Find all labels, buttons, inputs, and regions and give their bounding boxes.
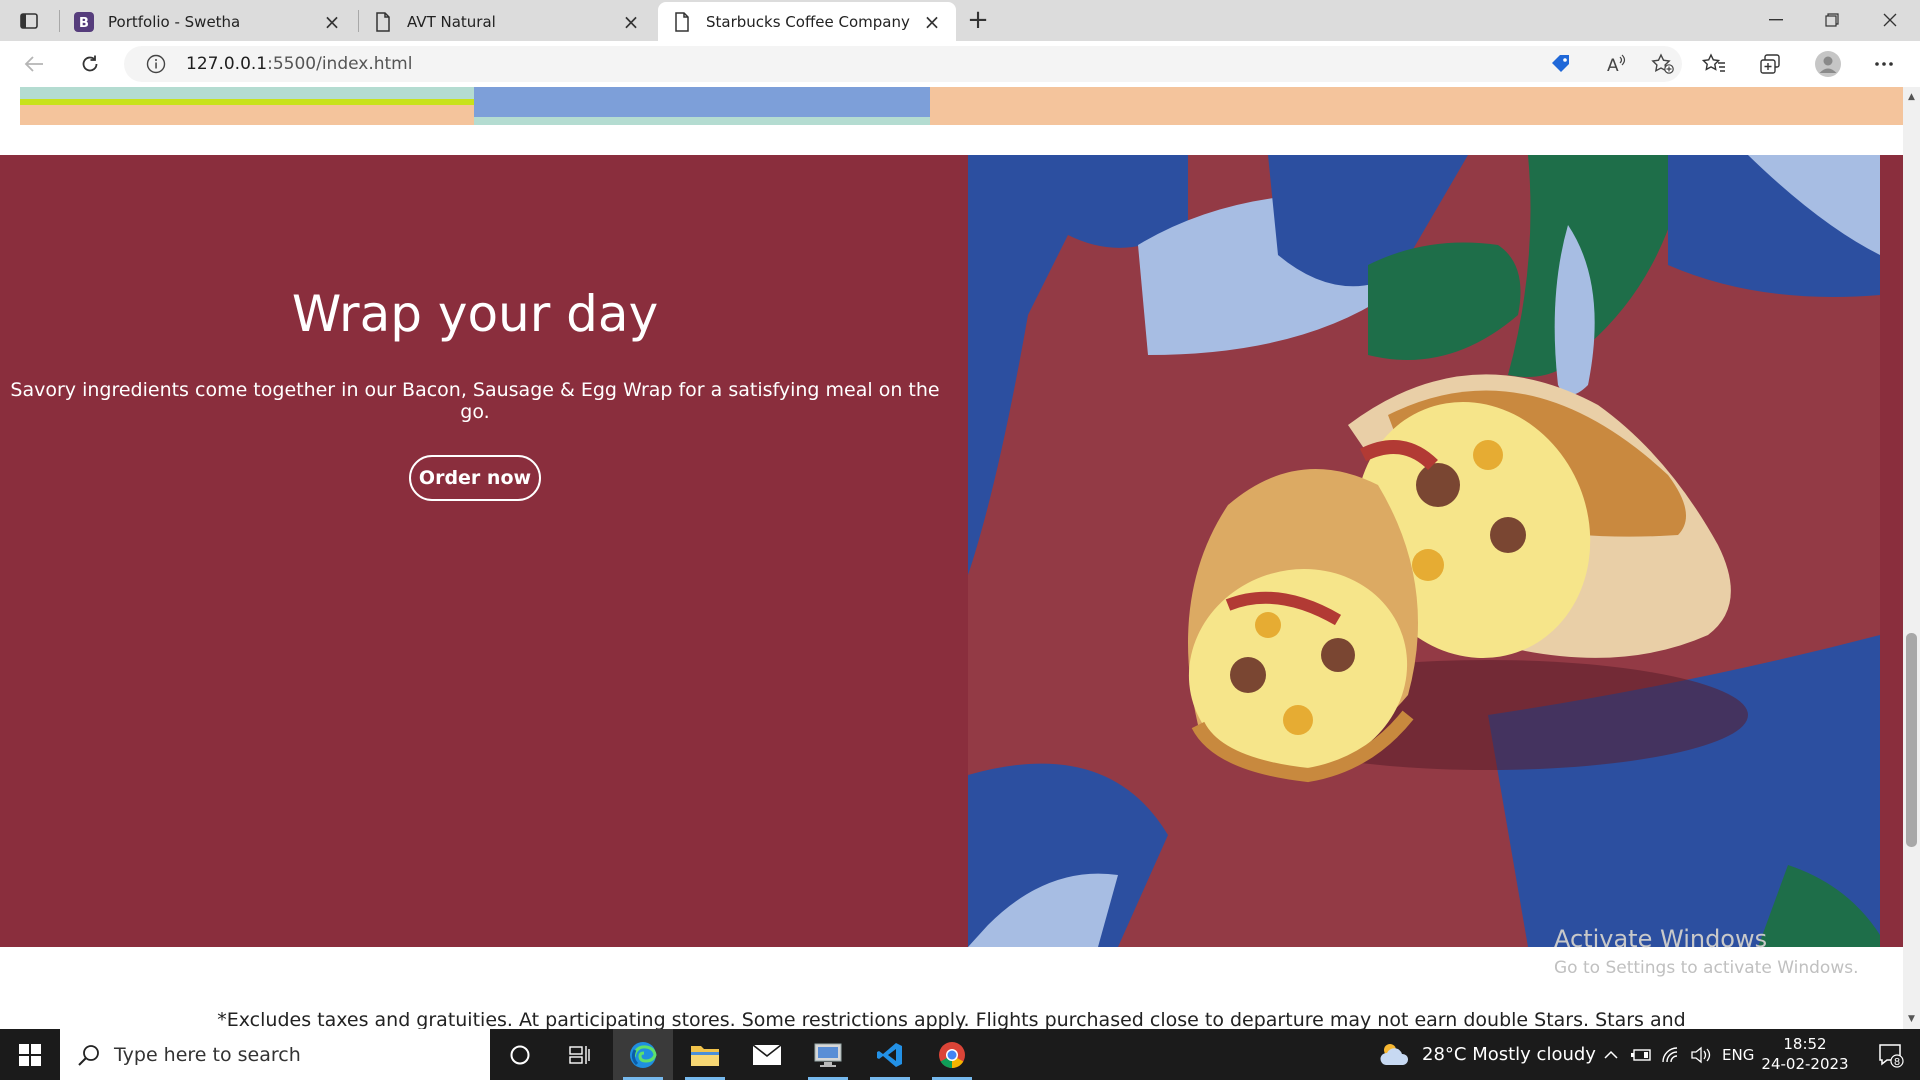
order-now-button[interactable]: Order now xyxy=(409,455,541,501)
chrome-icon[interactable] xyxy=(922,1029,982,1080)
file-explorer-icon[interactable] xyxy=(675,1029,735,1080)
address-bar[interactable]: 127.0.0.1:5500/index.html A xyxy=(124,46,1682,82)
back-icon[interactable] xyxy=(18,49,50,79)
tab-label: Portfolio - Swetha xyxy=(108,12,241,31)
page-scrollbar[interactable]: ▲ ▼ xyxy=(1903,87,1920,1029)
system-clock[interactable]: 18:52 24-02-2023 xyxy=(1760,1034,1850,1074)
more-options-icon[interactable] xyxy=(1870,51,1898,77)
previous-section-strip xyxy=(0,87,1903,125)
activate-windows-title: Activate Windows xyxy=(1554,925,1768,953)
browser-toolbar: 127.0.0.1:5500/index.html A xyxy=(0,41,1920,87)
read-aloud-icon[interactable]: A xyxy=(1603,52,1629,76)
search-icon xyxy=(78,1044,99,1066)
hero-wrap-section: Wrap your day Savory ingredients come to… xyxy=(0,155,1903,947)
vscode-icon[interactable] xyxy=(860,1029,920,1080)
close-icon[interactable]: × xyxy=(322,10,342,34)
url-text[interactable]: 127.0.0.1:5500/index.html xyxy=(186,54,412,74)
cortana-icon[interactable] xyxy=(490,1029,550,1080)
profile-avatar-icon[interactable] xyxy=(1814,51,1842,77)
windows-start-icon[interactable] xyxy=(0,1029,60,1080)
weather-cloud-icon[interactable] xyxy=(1370,1029,1420,1080)
volume-icon[interactable] xyxy=(1686,1029,1716,1080)
hero-title: Wrap your day xyxy=(291,285,659,343)
wrap-product-image xyxy=(968,155,1880,947)
page-icon xyxy=(672,11,692,32)
tab-starbucks[interactable]: Starbucks Coffee Company × xyxy=(658,2,956,41)
collections-icon[interactable] xyxy=(1756,51,1784,77)
window-close-icon[interactable] xyxy=(1862,0,1918,40)
mail-icon[interactable] xyxy=(737,1029,797,1080)
tab-portfolio[interactable]: B Portfolio - Swetha × xyxy=(60,2,356,41)
remote-desktop-icon[interactable] xyxy=(798,1029,858,1080)
clock-date: 24-02-2023 xyxy=(1761,1055,1849,1073)
notification-center-icon[interactable]: 8 xyxy=(1866,1029,1916,1080)
tab-actions-icon[interactable] xyxy=(16,8,42,34)
new-tab-button[interactable]: + xyxy=(964,5,992,35)
windows-taskbar: Type here to search 28°C Mostly cloudy E… xyxy=(0,1029,1920,1080)
page-viewport: Wrap your day Savory ingredients come to… xyxy=(0,87,1903,1029)
hero-edge xyxy=(1880,155,1903,947)
info-icon[interactable] xyxy=(146,54,166,74)
tab-label: Starbucks Coffee Company xyxy=(706,12,910,31)
hero-description: Savory ingredients come together in our … xyxy=(10,379,940,423)
minimize-icon[interactable] xyxy=(1748,0,1804,40)
page-icon xyxy=(373,11,393,32)
tag-icon[interactable] xyxy=(1548,52,1574,76)
battery-icon[interactable] xyxy=(1626,1029,1656,1080)
scroll-thumb[interactable] xyxy=(1906,633,1917,847)
tab-bar: B Portfolio - Swetha × AVT Natural × Sta… xyxy=(0,0,1920,41)
task-view-icon[interactable] xyxy=(550,1029,610,1080)
url-host: 127.0.0.1 xyxy=(186,54,268,74)
weather-text[interactable]: 28°C Mostly cloudy xyxy=(1422,1029,1596,1080)
url-path: :5500/index.html xyxy=(267,54,413,74)
clock-time: 18:52 xyxy=(1783,1035,1827,1053)
chevron-up-icon[interactable] xyxy=(1596,1029,1626,1080)
favorites-icon[interactable] xyxy=(1700,51,1728,77)
tab-label: AVT Natural xyxy=(407,12,496,31)
restore-icon[interactable] xyxy=(1804,0,1860,40)
taskbar-search-box[interactable]: Type here to search xyxy=(60,1029,490,1080)
activate-windows-subtitle: Go to Settings to activate Windows. xyxy=(1554,958,1859,978)
scroll-down-icon[interactable]: ▼ xyxy=(1903,1011,1920,1027)
footnote-text: *Excludes taxes and gratuities. At parti… xyxy=(217,1009,1686,1029)
wifi-icon[interactable] xyxy=(1656,1029,1686,1080)
tab-avt-natural[interactable]: AVT Natural × xyxy=(359,2,655,41)
svg-text:A: A xyxy=(1607,56,1619,75)
search-placeholder: Type here to search xyxy=(114,1043,301,1066)
hero-text-panel: Wrap your day Savory ingredients come to… xyxy=(0,155,968,947)
scroll-up-icon[interactable]: ▲ xyxy=(1903,89,1920,105)
close-icon[interactable]: × xyxy=(621,10,641,34)
svg-text:B: B xyxy=(79,16,89,31)
bootstrap-b-icon: B xyxy=(74,11,94,32)
edge-browser-icon[interactable] xyxy=(613,1029,673,1080)
close-icon[interactable]: × xyxy=(922,10,942,34)
add-favorite-icon[interactable] xyxy=(1650,52,1676,76)
notification-count: 8 xyxy=(1894,1057,1900,1068)
language-indicator[interactable]: ENG xyxy=(1722,1029,1754,1080)
refresh-icon[interactable] xyxy=(74,49,106,79)
